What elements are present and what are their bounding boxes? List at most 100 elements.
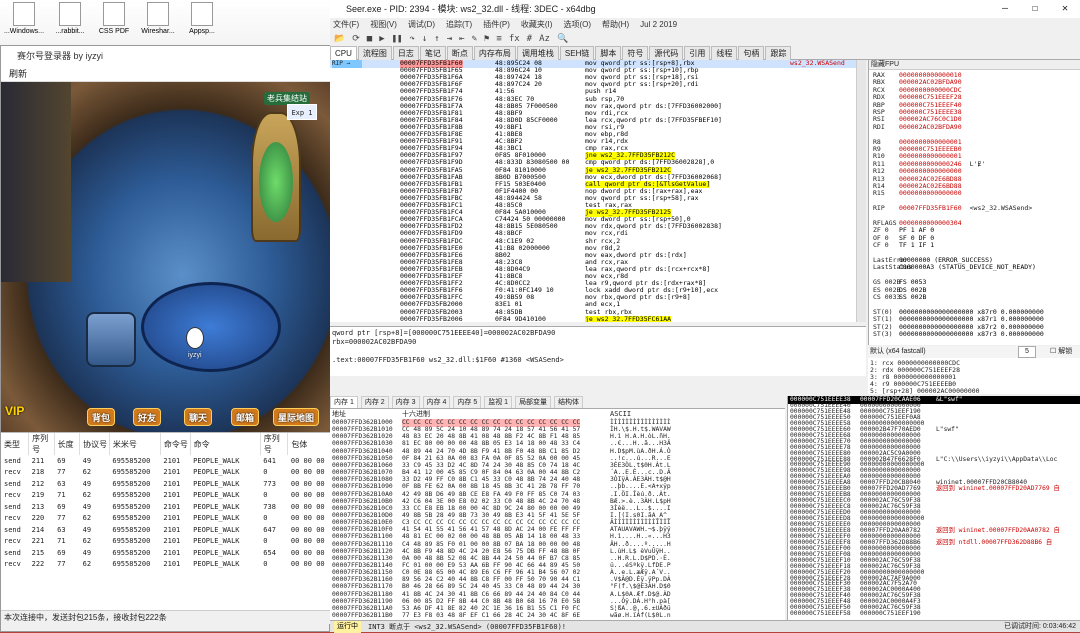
- toolbar-button-icon[interactable]: ⇥: [447, 34, 452, 44]
- register-row[interactable]: RDI 000002AC02BFDA90: [873, 123, 962, 131]
- dump-tab-6[interactable]: 局部变量: [515, 396, 552, 408]
- desktop-icon[interactable]: ...Windows...: [2, 2, 46, 35]
- dump-tab-0[interactable]: 内存 1: [330, 396, 358, 408]
- tab-9[interactable]: 符号: [622, 46, 649, 60]
- disasm-scrollbar[interactable]: [856, 60, 866, 322]
- register-row[interactable]: CF 0 TF 1 IF 1: [873, 242, 934, 249]
- desktop-icon[interactable]: ...rabbit...: [48, 2, 92, 35]
- chat-button[interactable]: 聊天: [184, 408, 213, 426]
- toolbar-button-icon[interactable]: ≡: [496, 34, 501, 44]
- dump-tab-4[interactable]: 内存 5: [453, 396, 482, 408]
- tab-7[interactable]: SEH链: [559, 46, 595, 60]
- table-row[interactable]: send 211 69 49 695585200 2101 PEOPLE_WALK 641 00…: [1, 455, 331, 467]
- tab-10[interactable]: 源代码: [649, 46, 684, 60]
- tab-3[interactable]: 笔记: [419, 46, 446, 60]
- tab-13[interactable]: 句柄: [738, 46, 765, 60]
- table-row[interactable]: recv 222 77 62 695585200 2101 PEOPLE_WALK 0 00 0…: [1, 559, 331, 571]
- dump-row[interactable]: 00007FFD362B11B0 77 E3 F8 03 48 8F EF C1 …: [330, 612, 785, 620]
- mail-button[interactable]: 邮箱: [231, 408, 260, 426]
- register-value[interactable]: SS 002B: [899, 293, 926, 301]
- tab-12[interactable]: 线程: [711, 46, 738, 60]
- friends-button[interactable]: 好友: [133, 408, 162, 426]
- desktop-icon[interactable]: Wireshar...: [136, 2, 180, 35]
- tab-6[interactable]: 调用堆栈: [516, 46, 559, 60]
- menu-item[interactable]: 追踪(T): [446, 20, 472, 29]
- disassembly-view[interactable]: RIP → 00007FFD35FB1F60 48:895C24 08 mov qwo…: [330, 60, 866, 322]
- dump-tab-7[interactable]: 结构体: [554, 396, 584, 408]
- toolbar-button-icon[interactable]: ▶: [379, 34, 384, 44]
- menu-item[interactable]: 收藏夹(I): [521, 20, 553, 29]
- toolbar-button-icon[interactable]: ■: [367, 34, 372, 44]
- tab-11[interactable]: 引用: [684, 46, 711, 60]
- register-row[interactable]: LastStatusC000000A3 (STATUS_DEVICE_NOT_R…: [873, 264, 1036, 271]
- desktop-icon[interactable]: Appsp...: [180, 2, 224, 35]
- register-value[interactable]: C000000A3 (STATUS_DEVICE_NOT_READY): [899, 263, 1036, 271]
- register-row[interactable]: R15 0000000000000000: [873, 190, 962, 197]
- calling-convention-select[interactable]: 默认 (x64 fastcall): [870, 348, 926, 355]
- table-row[interactable]: recv 221 71 62 695585200 2101 PEOPLE_WALK 0 00 0…: [1, 536, 331, 548]
- stack-view[interactable]: 000000C751EEEE38 00007FFD20CAAE06 &L"swf" 0…: [787, 396, 1080, 620]
- toolbar-button-icon[interactable]: Az: [539, 34, 550, 44]
- toolbar-button-icon[interactable]: ✎: [472, 34, 477, 44]
- tab-2[interactable]: 日志: [392, 46, 419, 60]
- minimize-icon[interactable]: —: [990, 0, 1020, 18]
- menu-item[interactable]: 文件(F): [333, 20, 359, 29]
- table-row[interactable]: recv 220 77 62 695585200 2101 PEOPLE_WALK 0 00 0…: [1, 513, 331, 525]
- packet-column-header[interactable]: 序列号: [260, 433, 289, 455]
- arg-count-stepper[interactable]: 5: [1018, 346, 1036, 358]
- table-row[interactable]: recv 218 77 62 695585200 2101 PEOPLE_WALK 0 00 0…: [1, 467, 331, 479]
- menu-item[interactable]: 调试(D): [408, 20, 435, 29]
- toolbar-button-icon[interactable]: ↓: [422, 34, 427, 44]
- register-value[interactable]: TF 1 IF 1: [899, 241, 934, 249]
- register-row[interactable]: RIP 00007FFD35FB1F60 <ws2_32.WSASend>: [873, 205, 1032, 212]
- menu-item[interactable]: 视图(V): [370, 20, 397, 29]
- toolbar-button-icon[interactable]: 📂: [334, 34, 345, 44]
- packet-column-header[interactable]: 命令: [190, 433, 261, 455]
- register-row[interactable]: ST(3) 0000000000000000000 x87r3 0.0000000…: [873, 331, 1044, 338]
- dump-tab-2[interactable]: 内存 3: [391, 396, 420, 408]
- unlock-checkbox[interactable]: ☐ 解锁: [1050, 346, 1072, 358]
- bag-button[interactable]: 背包: [87, 408, 116, 426]
- dump-tab-5[interactable]: 监视 1: [484, 396, 513, 408]
- tab-4[interactable]: 断点: [446, 46, 473, 60]
- toolbar-button-icon[interactable]: ⟳: [352, 34, 360, 44]
- register-value[interactable]: 000002AC02BFDA90: [899, 123, 962, 131]
- toolbar-button-icon[interactable]: ⚑: [484, 34, 489, 44]
- table-row[interactable]: send 212 63 49 695585200 2101 PEOPLE_WALK 773 00…: [1, 478, 331, 490]
- tab-8[interactable]: 脚本: [595, 46, 622, 60]
- menu-item[interactable]: 插件(P): [483, 20, 510, 29]
- packet-column-header[interactable]: 米米号: [109, 433, 161, 455]
- toolbar-button-icon[interactable]: 🔍: [557, 34, 568, 44]
- register-row[interactable]: CS 0033SS 002B: [873, 294, 926, 301]
- memory-dump-view[interactable]: 地址 十六进制 ASCII 00007FFD362B1000 CC CC CC CC C…: [330, 408, 785, 620]
- menu-item[interactable]: 帮助(H): [602, 20, 629, 29]
- game-scene[interactable]: 老兵集结站 Exp 1 iyzyi VIP 背包 好友 聊天 邮箱 星际地图: [1, 82, 331, 432]
- packet-column-header[interactable]: 命令号: [160, 433, 191, 455]
- packet-column-header[interactable]: 协议号: [79, 433, 110, 455]
- packet-column-header[interactable]: 类型: [1, 433, 30, 455]
- dump-tab-3[interactable]: 内存 4: [422, 396, 451, 408]
- game-menu-refresh[interactable]: 刷新: [1, 66, 331, 82]
- packet-column-header[interactable]: 长度: [54, 433, 81, 455]
- tab-5[interactable]: 内存布局: [473, 46, 516, 60]
- toolbar-button-icon[interactable]: ❚❚: [392, 34, 403, 44]
- register-value[interactable]: 0000000000000000000 x87r3 0.000000000: [899, 330, 1044, 338]
- menu-item[interactable]: 选项(O): [563, 20, 591, 29]
- maximize-icon[interactable]: ☐: [1020, 0, 1050, 18]
- stack-row[interactable]: 000000C751EEEF58 000000C751EEF190: [788, 610, 1080, 618]
- table-row[interactable]: send 213 69 49 695585200 2101 PEOPLE_WALK 738 00…: [1, 501, 331, 513]
- toolbar-button-icon[interactable]: #: [527, 34, 532, 44]
- toolbar-button-icon[interactable]: ↷: [409, 34, 414, 44]
- close-icon[interactable]: ✕: [1050, 0, 1080, 18]
- packet-column-header[interactable]: 序列号: [28, 433, 55, 455]
- toolbar-button-icon[interactable]: ⇤: [459, 34, 464, 44]
- toolbar-button-icon[interactable]: fx: [509, 34, 520, 44]
- register-value[interactable]: 0000000000000000: [899, 189, 962, 197]
- registers-panel[interactable]: 隐藏FPU RAX 0000000000000010 RBX 000002AC02BF…: [868, 60, 1080, 345]
- register-value[interactable]: 00007FFD35FB1F60: [899, 204, 962, 212]
- tab-0[interactable]: CPU: [330, 46, 357, 60]
- table-row[interactable]: recv 219 71 62 695585200 2101 PEOPLE_WALK 0 00 0…: [1, 490, 331, 502]
- table-row[interactable]: send 215 69 49 695585200 2101 PEOPLE_WALK 654 00…: [1, 547, 331, 559]
- dump-tab-1[interactable]: 内存 2: [360, 396, 389, 408]
- hide-fpu-toggle[interactable]: 隐藏FPU: [869, 60, 1080, 70]
